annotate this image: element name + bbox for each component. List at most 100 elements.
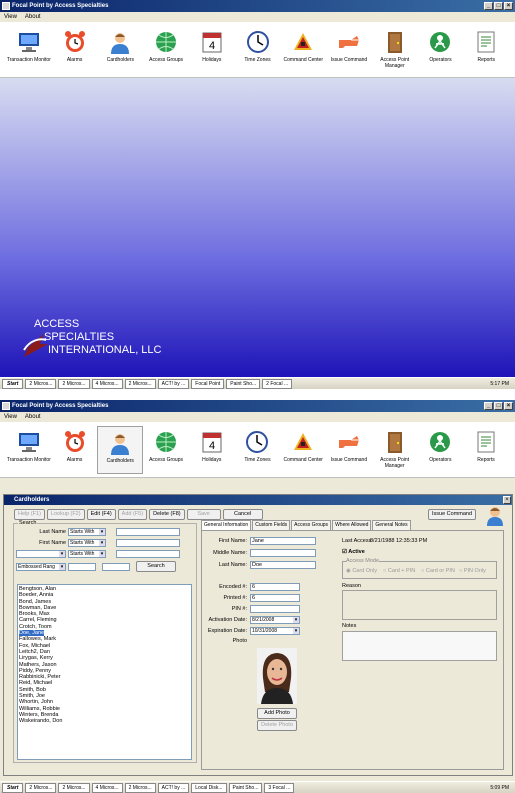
tab-where-allowed[interactable]: Where Allowed [332,520,372,530]
toolbar-button-access-point-manager[interactable]: Access Point Manager [372,426,418,477]
alarm-clock-icon [63,30,87,54]
printed-number-field[interactable]: 6 [250,594,300,602]
radio-card-or-pin[interactable]: ○ Card or PIN [421,568,455,574]
reason-field[interactable] [342,590,497,620]
first-name-search-input[interactable] [116,539,180,547]
toolbar-button-issue-command[interactable]: Issue Command [326,426,372,477]
taskbar-button[interactable]: 3 Focal ... [264,782,295,793]
toolbar-button-command-center[interactable]: Command Center [280,426,326,477]
minimize-button[interactable]: _ [484,2,493,10]
taskbar-button[interactable]: 2 Micros... [25,378,57,389]
list-item[interactable]: Wiskeirando, Don [19,718,190,724]
taskbar-button[interactable]: 4 Micros... [91,378,123,389]
taskbar-button[interactable]: 2 Focal ... [262,378,293,389]
group-globe-icon [154,30,178,54]
taskbar-button[interactable]: 4 Micros... [91,782,123,793]
operator-icon [428,30,452,54]
close-button[interactable]: × [504,2,513,10]
first-name-match-select[interactable]: Starts With [68,539,106,547]
toolbar-button-cardholders[interactable]: Cardholders [97,426,144,474]
delete-button[interactable]: Delete (F8) [149,509,185,520]
taskbar-button[interactable]: Paint Sho... [226,378,261,389]
minimize-button[interactable]: _ [484,402,493,410]
save-button[interactable]: Save [186,509,221,520]
last-name-field[interactable]: Doe [250,561,316,569]
tab-access-groups[interactable]: Access Groups [291,520,332,530]
notes-field[interactable] [342,631,497,661]
taskbar-button[interactable]: 2 Micros... [58,378,90,389]
middle-name-field[interactable] [250,549,316,557]
menu-view[interactable]: View [4,412,17,422]
menu-view[interactable]: View [4,12,17,22]
toolbar-button-time-zones[interactable]: Time Zones [235,426,281,477]
taskbar-button[interactable]: ACT! by ... [157,782,190,793]
toolbar-button-command-center[interactable]: Command Center [280,26,326,77]
toolbar-button-alarms[interactable]: Alarms [52,26,98,77]
cancel-button[interactable]: Cancel [222,509,263,520]
toolbar-button-time-zones[interactable]: Time Zones [235,26,281,77]
access-mode-label: Access Mode [346,558,380,564]
toolbar-button-access-groups[interactable]: Access Groups [143,426,189,477]
radio-card-only[interactable]: ◉ Card Only [346,568,377,574]
add-button[interactable]: Add (F5) [117,509,148,520]
range-from-input[interactable] [68,562,96,571]
activation-date-picker[interactable]: 8/21/2008 [250,616,300,624]
toolbar-button-reports[interactable]: Reports [463,426,509,477]
toolbar-button-transaction[interactable]: Transaction Monitor [6,26,52,77]
dialog-close-button[interactable]: × [503,496,511,504]
expiration-date-picker[interactable]: 10/31/2008 [250,627,300,635]
close-button[interactable]: × [504,402,513,410]
tab-custom-fields[interactable]: Custom Fields [252,520,291,530]
cardholder-photo [257,648,297,704]
first-name-field[interactable]: Jane [250,537,316,545]
menu-about[interactable]: About [25,412,41,422]
issue-command-button[interactable]: Issue Command [428,509,477,520]
tab-general-information[interactable]: General Information [201,520,252,530]
delete-photo-button[interactable]: Delete Photo [257,720,297,731]
start-button[interactable]: Start [2,378,24,389]
taskbar-button[interactable]: Local Disk... [191,782,227,793]
menu-about[interactable]: About [25,12,41,22]
cardholders-screenshot: Focal Point by Access Specialties _ □ × … [0,400,515,793]
field-match-select[interactable]: Starts With [68,550,106,558]
last-name-search-input[interactable] [116,528,180,536]
embossed-range-select[interactable]: Embossed Rang [16,562,66,571]
taskbar-button[interactable]: 2 Micros... [124,782,156,793]
toolbar-button-cardholders[interactable]: Cardholders [97,26,143,77]
toolbar-button-transaction[interactable]: Transaction Monitor [6,426,52,477]
help-button[interactable]: Help (F1) [14,509,45,520]
toolbar-button-issue-command[interactable]: Issue Command [326,26,372,77]
toolbar-button-access-groups[interactable]: Access Groups [143,26,189,77]
taskbar-button[interactable]: 2 Micros... [58,782,90,793]
start-button[interactable]: Start [2,782,24,793]
toolbar-button-operators[interactable]: Operators [418,26,464,77]
maximize-button[interactable]: □ [494,2,503,10]
toolbar-button-holidays[interactable]: 4 Holidays [189,26,235,77]
toolbar-button-holidays[interactable]: 4 Holidays [189,426,235,477]
toolbar-button-reports[interactable]: Reports [463,26,509,77]
toolbar-button-alarms[interactable]: Alarms [52,426,98,477]
toolbar-button-access-point-manager[interactable]: Access Point Manager [372,26,418,77]
edit-button[interactable]: Edit (F4) [86,509,116,520]
toolbar-button-operators[interactable]: Operators [417,426,463,477]
tab-general-notes[interactable]: General Notes [372,520,411,530]
radio-card-pin[interactable]: ○ Card + PIN [383,568,415,574]
radio-pin-only[interactable]: ○ PIN Only [459,568,486,574]
active-checkbox[interactable]: ☑ Active [342,549,365,555]
maximize-button[interactable]: □ [494,402,503,410]
taskbar-button[interactable]: Focal Point [191,378,225,389]
last-name-match-select[interactable]: Starts With [68,528,106,536]
taskbar-button[interactable]: ACT! by ... [157,378,190,389]
lookup-button[interactable]: Lookup (F2) [46,509,85,520]
field-search-input[interactable] [116,550,180,558]
search-button[interactable]: Search [136,561,176,572]
cardholder-list[interactable]: Bengtson, Alan Boeder, Annia Bond, James Bo… [17,584,192,760]
taskbar-button[interactable]: Paint Sho... [228,782,263,793]
pin-field[interactable] [250,605,300,613]
taskbar-button[interactable]: 2 Micros... [25,782,57,793]
add-photo-button[interactable]: Add Photo [257,708,297,719]
encoded-number-field[interactable]: 6 [250,583,300,591]
field-select[interactable] [16,550,66,558]
taskbar-button[interactable]: 2 Micros... [124,378,156,389]
range-to-input[interactable] [102,562,130,571]
